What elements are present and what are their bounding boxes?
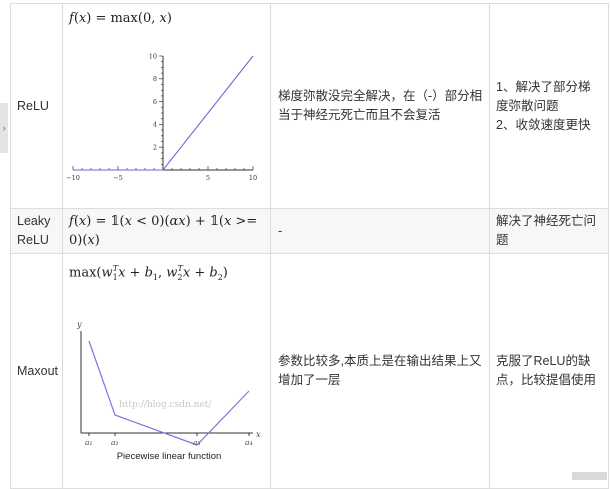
row-notes-leaky-relu: 解决了神经死亡问题 — [489, 208, 609, 254]
maxout-figure: y x http://blog.csdn.net/ a₁ a₂ a₃ a₄ Pi… — [76, 320, 261, 462]
relu-y-tick-label: 6 — [153, 98, 157, 106]
table-row-leaky-relu: Leaky ReLU f(x) = 𝟙(x < 0)(αx) + 𝟙(x >= … — [10, 208, 609, 254]
note-line: 1、解决了部分梯度弥散问题 — [496, 79, 591, 113]
relu-x-tick-label: −5 — [113, 174, 123, 182]
table-row-relu: ReLU f(x) = max(0, x) −10 −5 5 10 2 4 6 8 10 梯度弥… — [10, 3, 609, 209]
relu-formula-cell: f(x) = max(0, x) −10 −5 5 10 2 4 6 8 10 — [62, 3, 271, 209]
relu-x-tick-label: −10 — [66, 174, 80, 182]
row-name-maxout: Maxout — [10, 253, 63, 489]
maxout-tick-label: a₁ — [85, 438, 92, 447]
maxout-y-label: y — [76, 320, 82, 329]
row-description-maxout: 参数比较多,本质上是在输出结果上又增加了一层 — [270, 253, 490, 489]
row-name-leaky-relu: Leaky ReLU — [10, 208, 63, 254]
relu-y-tick-label: 4 — [153, 121, 157, 129]
maxout-tick-label: a₄ — [245, 438, 252, 447]
side-expand-tab[interactable]: › — [0, 103, 8, 153]
relu-x-tick-label: 10 — [249, 174, 257, 182]
relu-y-tick-label: 2 — [153, 144, 157, 152]
table-row-maxout: Maxout max(w1Tx + b1, w2Tx + b2) y x htt… — [10, 253, 609, 489]
maxout-caption: Piecewise linear function — [117, 451, 222, 462]
relu-y-tick-label: 10 — [149, 52, 157, 60]
maxout-x-label: x — [256, 430, 261, 439]
corner-scroll-block[interactable] — [572, 472, 607, 480]
row-description-relu: 梯度弥散没完全解决，在（-）部分相当于神经元死亡而且不会复活 — [270, 3, 490, 209]
maxout-formula: max(w1Tx + b1, w2Tx + b2) — [69, 264, 228, 282]
maxout-tick-label: a₂ — [111, 438, 118, 447]
relu-plot: −10 −5 5 10 2 4 6 8 10 — [66, 52, 257, 182]
maxout-formula-cell: max(w1Tx + b1, w2Tx + b2) y x http://blo… — [62, 253, 271, 489]
relu-x-tick-label: 5 — [206, 174, 210, 182]
relu-formula: f(x) = max(0, x) — [69, 11, 172, 26]
leaky-relu-formula-cell: f(x) = 𝟙(x < 0)(αx) + 𝟙(x >= 0)(x) — [62, 208, 271, 254]
watermark-text: http://blog.csdn.net/ — [119, 400, 212, 410]
row-notes-relu: 1、解决了部分梯度弥散问题 2、收敛速度更快 — [489, 3, 609, 209]
leaky-relu-formula: f(x) = 𝟙(x < 0)(αx) + 𝟙(x >= 0)(x) — [69, 214, 258, 248]
relu-y-tick-label: 8 — [153, 75, 157, 83]
row-notes-maxout: 克服了ReLU的缺点，比较提倡使用 — [489, 253, 609, 489]
maxout-tick-label: a₃ — [193, 438, 200, 447]
row-description-leaky-relu: - — [270, 208, 490, 254]
note-line: 2、收敛速度更快 — [496, 117, 591, 132]
row-name-relu: ReLU — [10, 3, 63, 209]
activation-comparison-table: ReLU f(x) = max(0, x) −10 −5 5 10 2 4 6 8 10 梯度弥… — [10, 3, 609, 489]
maxout-piecewise-line — [88, 340, 250, 446]
